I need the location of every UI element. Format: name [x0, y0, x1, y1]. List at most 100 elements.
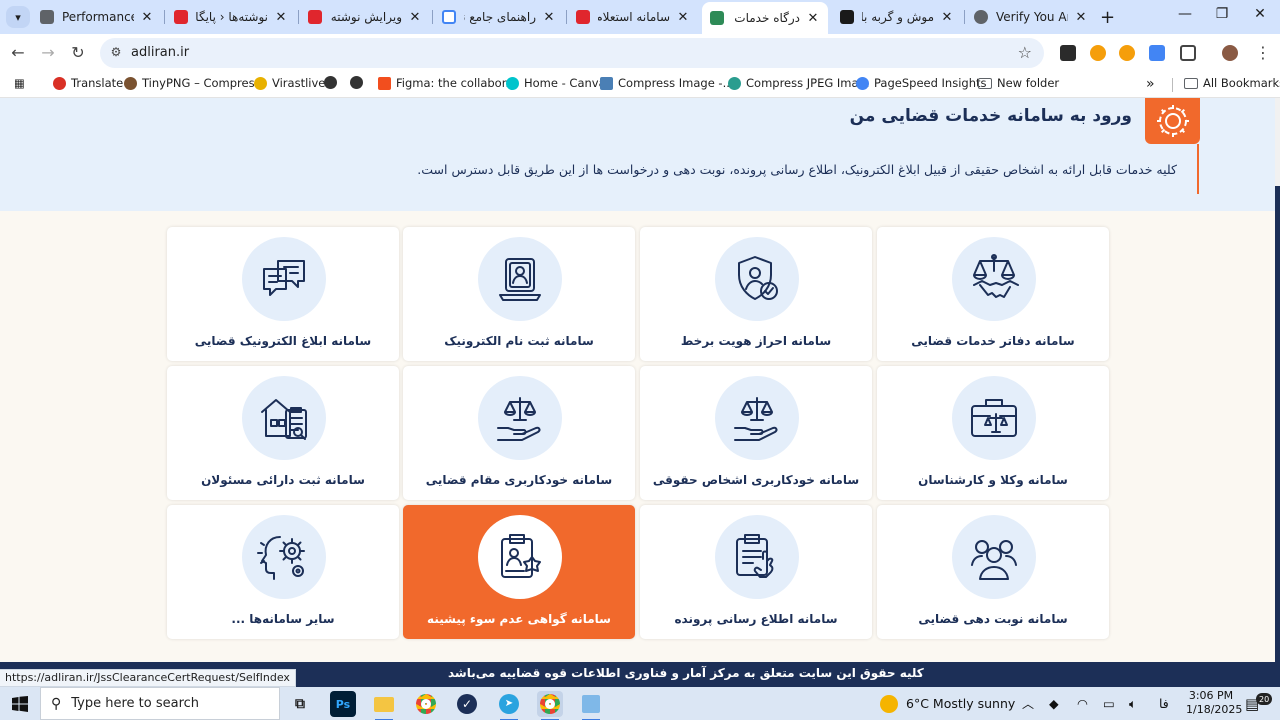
bookmark-compress-jpeg[interactable]: Compress JPEG Ima...	[728, 76, 870, 90]
bookmark-translate[interactable]: Translate	[53, 76, 123, 90]
close-icon[interactable]: ✕	[408, 10, 422, 25]
chrome-logo-icon	[540, 694, 560, 714]
extension-icon[interactable]	[1119, 45, 1135, 61]
close-window-button[interactable]: ✕	[1245, 6, 1275, 22]
scrollbar-thumb[interactable]	[1275, 186, 1280, 662]
service-card-legal-entities[interactable]: سامانه خودکاربری اشخاص حقوقی	[640, 366, 872, 500]
bookmark-pagespeed[interactable]: PageSpeed Insights	[856, 76, 987, 90]
menu-kebab-icon[interactable]: ⋮	[1252, 42, 1274, 64]
service-card-appointments[interactable]: سامانه نوبت دهی قضایی	[877, 505, 1109, 639]
profile-avatar[interactable]	[1222, 45, 1238, 61]
icon-circle	[715, 376, 799, 460]
site-info-icon[interactable]: ⚙	[108, 45, 124, 61]
app-icon[interactable]: ✓	[454, 691, 480, 717]
extensions-puzzle-icon[interactable]	[1180, 45, 1196, 61]
tray-chevron-icon[interactable]: ︿	[1022, 687, 1034, 720]
scales-handshake-icon	[973, 254, 1019, 298]
panda-icon	[124, 76, 137, 90]
language-indicator[interactable]: فا	[1159, 687, 1169, 720]
service-card-electronic-registration[interactable]: سامانه ثبت نام الکترونیک	[403, 227, 635, 361]
hero-banner: ورود به سامانه خدمات قضایی من کلیه خدمات…	[0, 98, 1275, 211]
photoshop-icon[interactable]: Ps	[330, 691, 356, 717]
service-card-officials-assets[interactable]: سامانه ثبت دارائی مسئولان	[167, 366, 399, 500]
folder-icon	[1184, 77, 1198, 89]
tab-5-active[interactable]: درگاه خدمات الکترونیک ✕	[702, 2, 828, 34]
all-bookmarks[interactable]: All Bookmarks	[1184, 76, 1280, 90]
tab-strip: ▾ Performance ✕ نوشته‌ها ‹ پایگاه ... ✕ …	[0, 0, 1280, 34]
minimize-button[interactable]: —	[1170, 6, 1200, 22]
tab-0[interactable]: Performance ✕	[32, 4, 162, 30]
extension-icon[interactable]	[1060, 45, 1076, 61]
wifi-icon[interactable]: ◠	[1077, 687, 1088, 720]
extension-icon[interactable]	[1090, 45, 1106, 61]
tab-separator	[164, 10, 165, 24]
apps-grid-icon[interactable]: ▦	[14, 76, 25, 90]
bookmark-globe[interactable]	[324, 76, 342, 89]
more-bookmarks-chevron-icon[interactable]: »	[1146, 76, 1155, 92]
service-card-clearance-certificate[interactable]: سامانه گواهی عدم سوء پیشینه	[403, 505, 635, 639]
windows-start-button[interactable]	[0, 687, 40, 720]
bookmark-virastlive[interactable]: Virastlive	[254, 76, 325, 90]
system-clock[interactable]: 3:06 PM 1/18/2025	[1186, 689, 1242, 717]
tab-separator	[566, 10, 567, 24]
footer-copyright: کلیه حقوق این سایت متعلق به مرکز آمار و …	[448, 666, 924, 680]
bookmark-label: Virastlive	[272, 76, 326, 90]
bookmark-tinypng[interactable]: TinyPNG – Compres...	[124, 76, 266, 90]
icon-circle	[242, 515, 326, 599]
tab-title: ویرایش نوشته "را...	[330, 10, 402, 24]
address-bar[interactable]: ⚙ adliran.ir ☆	[100, 38, 1044, 68]
bookmark-compress-image[interactable]: Compress Image -...	[600, 76, 734, 90]
close-icon[interactable]: ✕	[542, 10, 556, 25]
forward-button[interactable]: →	[37, 42, 59, 64]
service-card-lawyers-experts[interactable]: سامانه وکلا و کارشناسان	[877, 366, 1109, 500]
translate-extension-icon[interactable]	[1149, 45, 1165, 61]
service-card-case-info[interactable]: سامانه اطلاع رسانی پرونده	[640, 505, 872, 639]
notepad-icon[interactable]	[578, 691, 604, 720]
tab-6[interactable]: موش و گربه بازی ... ✕	[832, 4, 962, 30]
reload-button[interactable]: ↻	[67, 42, 89, 64]
bookmark-new-folder[interactable]: New folder	[978, 76, 1059, 90]
icon-circle	[952, 237, 1036, 321]
close-icon[interactable]: ✕	[940, 10, 954, 25]
tab-1[interactable]: نوشته‌ها ‹ پایگاه ... ✕	[166, 4, 296, 30]
service-card-identity-verification[interactable]: سامانه احراز هویت برخط	[640, 227, 872, 361]
chrome-icon[interactable]	[413, 691, 439, 717]
battery-icon[interactable]: ▭	[1103, 687, 1115, 720]
tab-2[interactable]: ویرایش نوشته "را... ✕	[300, 4, 430, 30]
service-card-judicial-offices[interactable]: سامانه دفاتر خدمات قضایی	[877, 227, 1109, 361]
bookmark-label: Translate	[71, 76, 124, 90]
close-icon[interactable]: ✕	[140, 10, 154, 25]
bookmark-figma[interactable]: Figma: the collabor...	[378, 76, 516, 90]
close-icon[interactable]: ✕	[1074, 10, 1088, 25]
service-label: سامانه ثبت نام الکترونیک	[444, 334, 594, 348]
back-button[interactable]: ←	[7, 42, 29, 64]
tab-3[interactable]: راهنمای جامع نحو... ✕	[434, 4, 564, 30]
weather-widget[interactable]: 6°C Mostly sunny	[880, 687, 1015, 720]
globe-icon	[324, 76, 337, 89]
service-card-judicial-authority[interactable]: سامانه خودکاربری مقام قضایی	[403, 366, 635, 500]
close-icon[interactable]: ✕	[806, 11, 820, 26]
tab-search-button[interactable]: ▾	[6, 6, 30, 28]
shield-check-icon	[738, 256, 778, 300]
maximize-button[interactable]: ❐	[1207, 6, 1237, 22]
tab-7[interactable]: Verify You Are Human ✕	[966, 4, 1096, 30]
dropbox-icon[interactable]: ◆	[1049, 687, 1059, 720]
close-icon[interactable]: ✕	[274, 10, 288, 25]
new-tab-button[interactable]: +	[1100, 7, 1115, 28]
close-icon[interactable]: ✕	[676, 10, 690, 25]
taskbar-search[interactable]: ⚲ Type here to search	[40, 687, 280, 720]
service-card-electronic-notice[interactable]: سامانه ابلاغ الکترونیک قضایی	[167, 227, 399, 361]
service-label: سامانه گواهی عدم سوء پیشینه	[427, 612, 611, 626]
bookmark-globe[interactable]	[350, 76, 368, 89]
bookmark-canva[interactable]: Home - Canva	[506, 76, 606, 90]
bookmark-star-icon[interactable]: ☆	[1018, 43, 1032, 62]
chrome-active-icon[interactable]	[537, 691, 563, 720]
tab-4[interactable]: سامانه استعلام ... ✕	[568, 4, 698, 30]
task-view-icon[interactable]: ⧉	[287, 691, 313, 717]
notepad-logo-icon	[582, 695, 600, 713]
service-card-other-systems[interactable]: سایر سامانه‌ها ...	[167, 505, 399, 639]
file-explorer-icon[interactable]	[371, 691, 397, 720]
icon-circle	[478, 376, 562, 460]
volume-icon[interactable]: 🔈︎	[1129, 687, 1137, 720]
telegram-icon[interactable]: ➤	[496, 691, 522, 720]
